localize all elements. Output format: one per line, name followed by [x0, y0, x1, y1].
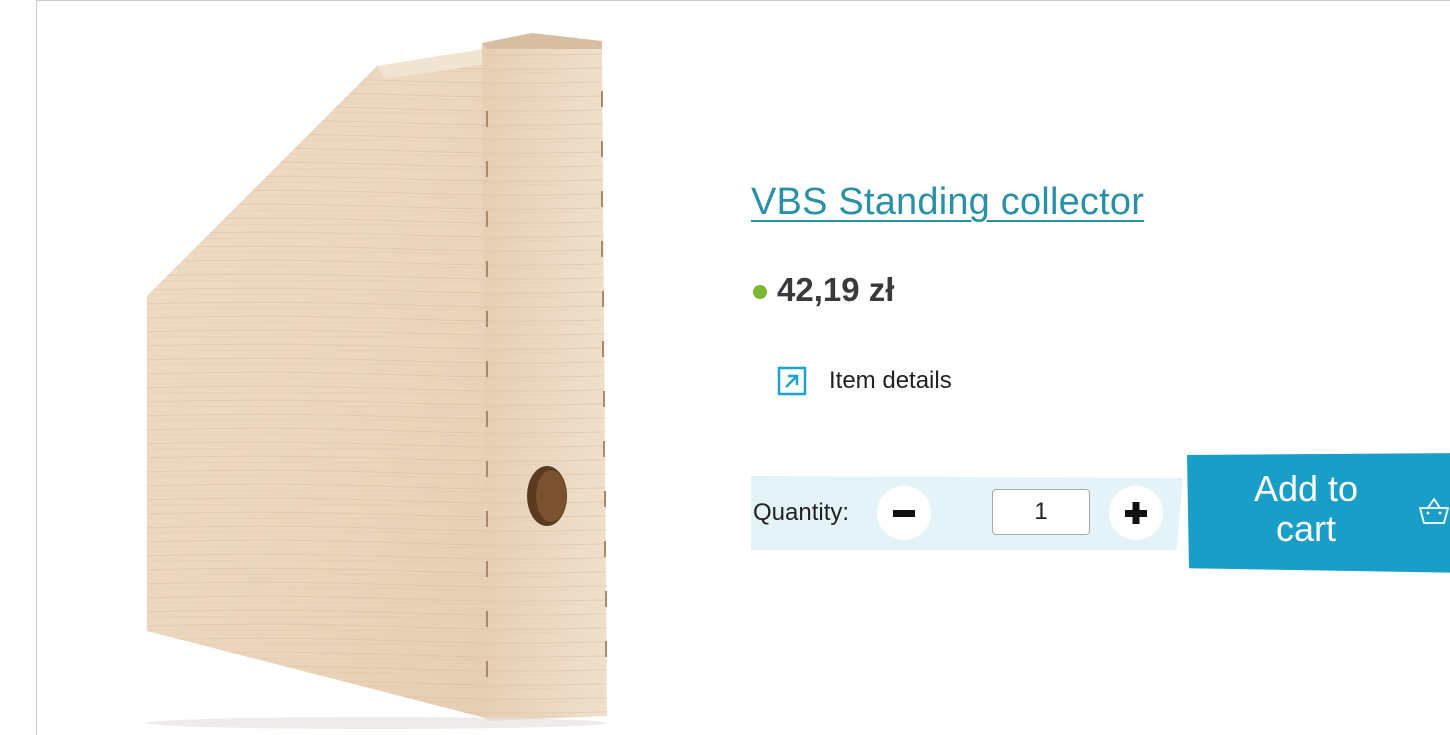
decrease-quantity-button[interactable] [877, 486, 931, 540]
external-arrow-icon [777, 366, 807, 396]
price-row: 42,19 zł [753, 271, 894, 309]
product-title-link[interactable]: VBS Standing collector [751, 181, 1144, 224]
stock-status-dot [753, 285, 767, 299]
product-price: 42,19 zł [777, 271, 895, 308]
quantity-label: Quantity: [753, 499, 850, 526]
add-to-cart-label-line2: cart [1275, 508, 1336, 549]
plus-icon [1125, 502, 1147, 524]
product-image[interactable] [137, 31, 677, 731]
product-card: VBS Standing collector 42,19 zł Item det… [36, 0, 1450, 735]
item-details-link[interactable]: Item details [777, 366, 952, 396]
add-to-cart-button[interactable]: Add to cart [1187, 453, 1450, 573]
add-to-cart-label-line1: Add to [1253, 468, 1359, 509]
add-to-cart-label: Add to cart [1231, 469, 1381, 549]
increase-quantity-button[interactable] [1109, 486, 1163, 540]
item-details-label: Item details [829, 367, 952, 394]
quantity-input[interactable] [992, 489, 1090, 535]
basket-icon [1419, 498, 1449, 524]
minus-icon [893, 510, 915, 517]
